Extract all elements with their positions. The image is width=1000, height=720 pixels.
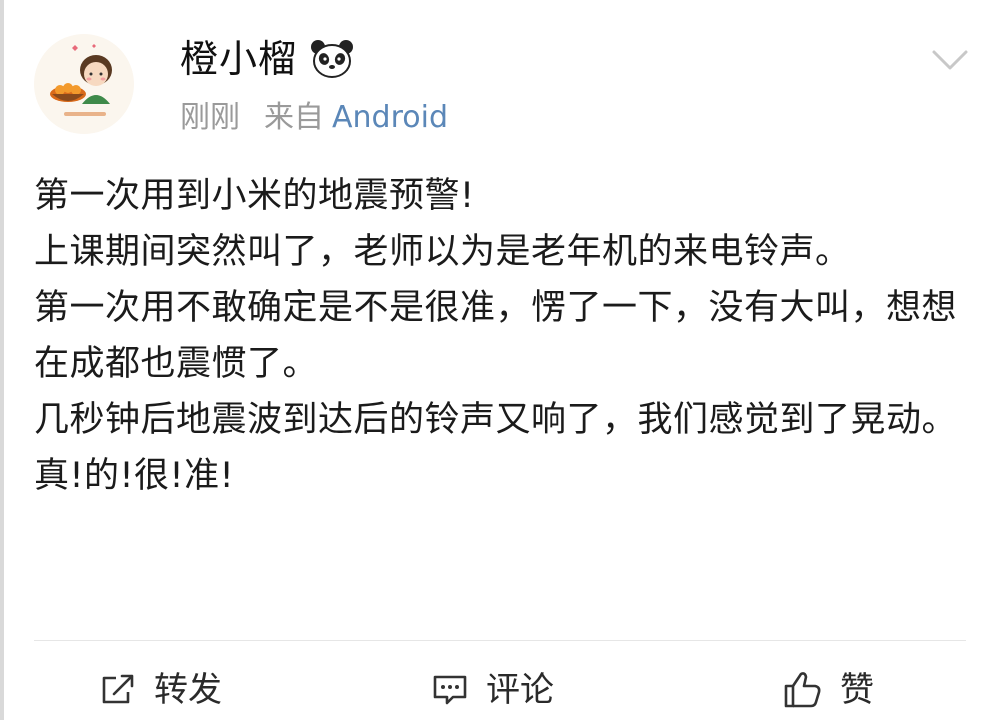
like-label: 赞 (840, 670, 874, 710)
thumbs-up-icon (784, 672, 821, 708)
chevron-down-icon[interactable] (928, 38, 972, 82)
source-prefix: 来自 (264, 100, 324, 135)
divider (34, 640, 966, 641)
action-bar: 转发 评论 赞 (0, 660, 1000, 720)
post-time: 刚刚 (180, 100, 240, 135)
avatar[interactable] (34, 34, 134, 134)
repost-label: 转发 (154, 670, 222, 710)
comment-icon (433, 675, 467, 705)
post-line: 真!的!很!准! (34, 456, 235, 496)
post-source: 来自 Android (264, 96, 448, 140)
share-icon (102, 674, 134, 704)
post-line: 第一次用不敢确定是不是很准，愣了一下，没有大叫，想想在成都也震惯了。 (34, 288, 958, 384)
post-body: 第一次用到小米的地震预警! 上课期间突然叫了，老师以为是老年机的来电铃声。 第一… (34, 168, 974, 504)
comment-button[interactable]: 评论 (430, 660, 554, 720)
post-line: 上课期间突然叫了，老师以为是老年机的来电铃声。 (34, 232, 851, 272)
panda-icon (309, 38, 355, 80)
comment-label: 评论 (486, 670, 554, 710)
author-row: 橙小榴 (180, 34, 355, 84)
post-line: 几秒钟后地震波到达后的铃声又响了，我们感觉到了晃动。 (34, 400, 958, 440)
author-name[interactable]: 橙小榴 (180, 34, 297, 84)
repost-button[interactable]: 转发 (98, 660, 222, 720)
post-line: 第一次用到小米的地震预警! (34, 176, 475, 216)
left-edge (0, 0, 4, 720)
post-meta: 刚刚 来自 Android (180, 96, 448, 140)
source-device-link[interactable]: Android (332, 96, 448, 140)
like-button[interactable]: 赞 (780, 660, 874, 720)
avatar-image (34, 34, 134, 134)
